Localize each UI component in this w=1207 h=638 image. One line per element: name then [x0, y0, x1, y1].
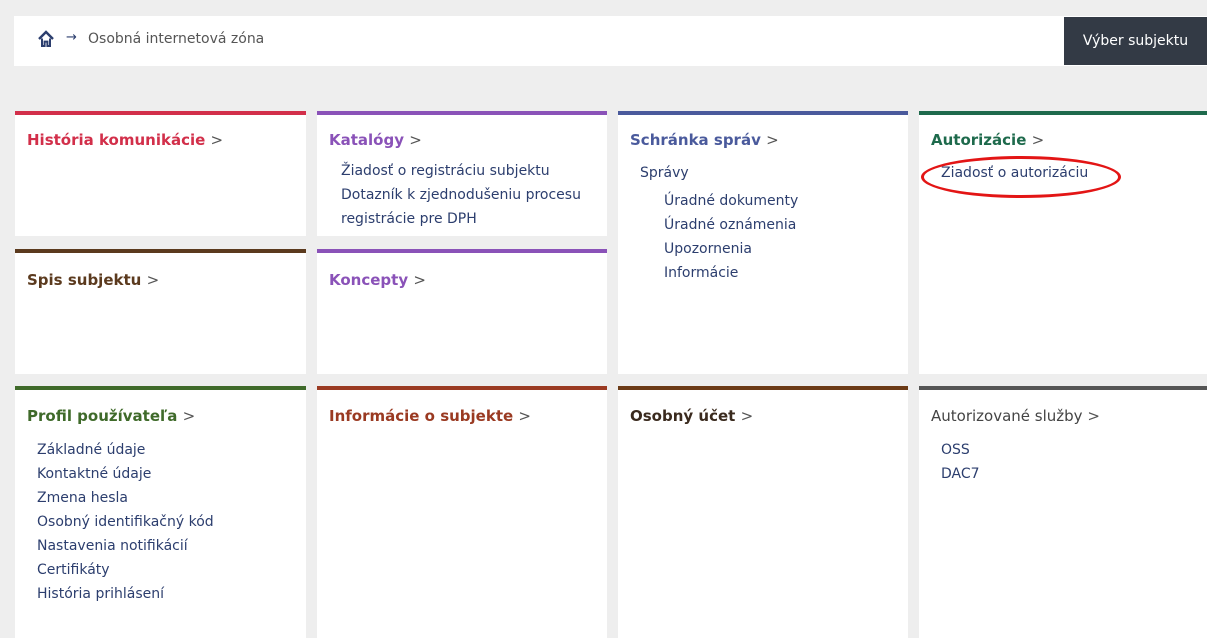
link-uradne-oznamenia[interactable]: Úradné oznámenia: [664, 213, 798, 237]
schranka-sub-links: Úradné dokumenty Úradné oznámenia Upozor…: [664, 189, 798, 285]
breadcrumb-arrow-icon: →: [66, 30, 77, 45]
tile-ucet: Osobný účet >: [618, 386, 908, 638]
link-dotaznik-dph[interactable]: Dotazník k zjednodušeniu procesu: [341, 183, 581, 207]
tile-informacie: Informácie o subjekte >: [317, 386, 607, 638]
tile-title-autorizacie[interactable]: Autorizácie >: [931, 131, 1044, 149]
top-bar: → Osobná internetová zóna Výber subjektu: [14, 16, 1207, 66]
tile-title-koncepty[interactable]: Koncepty >: [329, 271, 426, 289]
tile-title-text: Profil používateľa: [27, 407, 178, 425]
link-registracia-subjektu[interactable]: Žiadosť o registráciu subjektu: [341, 159, 581, 183]
sluzby-links: OSS DAC7: [941, 438, 980, 486]
chevron-right-icon: >: [1031, 131, 1045, 149]
tile-title-text: Informácie o subjekte: [329, 407, 514, 425]
link-uradne-dokumenty[interactable]: Úradné dokumenty: [664, 189, 798, 213]
tile-koncepty: Koncepty >: [317, 249, 607, 374]
link-certifikaty[interactable]: Certifikáty: [37, 558, 214, 582]
subject-select-button[interactable]: Výber subjektu: [1064, 17, 1207, 65]
tile-title-schranka[interactable]: Schránka správ >: [630, 131, 779, 149]
link-oss[interactable]: OSS: [941, 438, 980, 462]
katalogy-links: Žiadosť o registráciu subjektu Dotazník …: [341, 159, 581, 231]
link-spravy[interactable]: Správy: [640, 161, 689, 185]
tile-title-text: Osobný účet: [630, 407, 736, 425]
tile-profil: Profil používateľa > Základné údaje Kont…: [15, 386, 306, 638]
tile-autorizacie: Autorizácie > Žiadosť o autorizáciu: [919, 111, 1207, 374]
chevron-right-icon: >: [766, 131, 779, 149]
chevron-right-icon: >: [182, 407, 196, 425]
tile-title-katalogy[interactable]: Katalógy >: [329, 131, 422, 149]
tile-historia: História komunikácie >: [15, 111, 306, 236]
tile-title-text: Katalógy: [329, 131, 404, 149]
tile-schranka: Schránka správ > Správy Úradné dokumenty…: [618, 111, 908, 374]
chevron-right-icon: >: [1087, 407, 1100, 425]
chevron-right-icon: >: [409, 131, 422, 149]
tile-katalogy: Katalógy > Žiadosť o registráciu subjekt…: [317, 111, 607, 236]
tile-title-text: Autorizácie: [931, 131, 1027, 149]
tile-title-text: Schránka správ: [630, 131, 761, 149]
tile-title-historia[interactable]: História komunikácie >: [27, 131, 223, 149]
tile-title-spis[interactable]: Spis subjektu >: [27, 271, 159, 289]
chevron-right-icon: >: [413, 271, 426, 289]
tile-title-text: Autorizované služby: [931, 407, 1083, 425]
chevron-right-icon: >: [146, 271, 160, 289]
link-informacie[interactable]: Informácie: [664, 261, 798, 285]
tile-title-text: Koncepty: [329, 271, 409, 289]
link-zmena-hesla[interactable]: Zmena hesla: [37, 486, 214, 510]
chevron-right-icon: >: [518, 407, 531, 425]
link-kontaktne-udaje[interactable]: Kontaktné údaje: [37, 462, 214, 486]
link-osobny-identifikacny-kod[interactable]: Osobný identifikačný kód: [37, 510, 214, 534]
chevron-right-icon: >: [210, 131, 224, 149]
tile-title-informacie[interactable]: Informácie o subjekte >: [329, 407, 531, 425]
tile-title-ucet[interactable]: Osobný účet >: [630, 407, 753, 425]
link-dotaznik-dph-cont[interactable]: registrácie pre DPH: [341, 207, 581, 231]
link-nastavenia-notifikacii[interactable]: Nastavenia notifikácií: [37, 534, 214, 558]
link-dac7[interactable]: DAC7: [941, 462, 980, 486]
link-upozornenia[interactable]: Upozornenia: [664, 237, 798, 261]
profil-links: Základné údaje Kontaktné údaje Zmena hes…: [37, 438, 214, 606]
link-ziadost-o-autorizaciu[interactable]: Žiadosť o autorizáciu: [941, 161, 1088, 185]
breadcrumb-current: Osobná internetová zóna: [88, 31, 265, 47]
link-historia-prihlaseni[interactable]: História prihlásení: [37, 582, 214, 606]
link-zakladne-udaje[interactable]: Základné údaje: [37, 438, 214, 462]
tile-title-profil[interactable]: Profil používateľa >: [27, 407, 195, 425]
tile-title-text: História komunikácie: [27, 131, 206, 149]
chevron-right-icon: >: [740, 407, 754, 425]
tile-sluzby: Autorizované služby > OSS DAC7: [919, 386, 1207, 638]
home-icon[interactable]: [36, 29, 56, 49]
schranka-links: Správy: [640, 161, 689, 185]
tile-title-sluzby[interactable]: Autorizované služby >: [931, 407, 1100, 425]
autorizacie-links: Žiadosť o autorizáciu: [941, 161, 1088, 185]
tile-title-text: Spis subjektu: [27, 271, 142, 289]
tile-spis: Spis subjektu >: [15, 249, 306, 374]
